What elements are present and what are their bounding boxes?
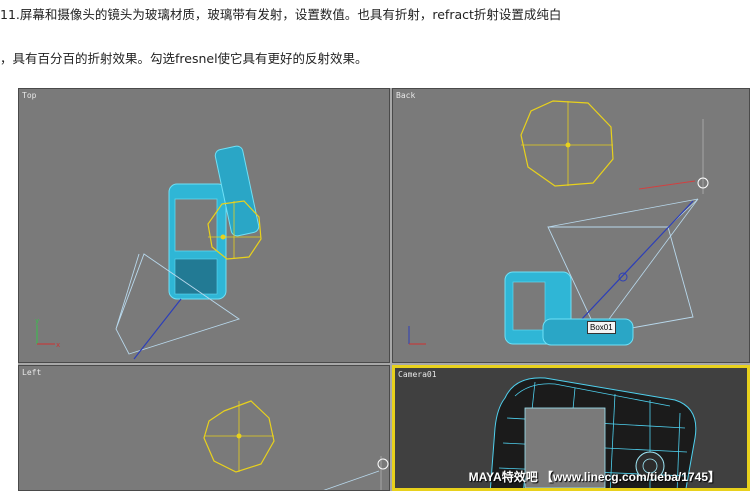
object-tag[interactable]: Box01 <box>587 321 616 334</box>
camera-target-line <box>133 298 182 360</box>
phone-keypad-mesh <box>174 258 218 295</box>
phone-screen-mesh <box>174 198 218 252</box>
watermark: MAYA特效吧 【www.linecg.com/tieba/1745】 <box>468 470 720 484</box>
viewport-top[interactable]: Top y x <box>18 88 390 363</box>
viewport-back-scene <box>408 100 709 346</box>
camera-target-line <box>564 200 694 338</box>
viewport-top-scene: y x <box>35 145 262 360</box>
svg-text:x: x <box>56 341 60 349</box>
viewport-left-scene <box>203 400 389 490</box>
viewport-left[interactable]: Left <box>18 365 390 491</box>
svg-text:y: y <box>35 317 39 325</box>
caption-line-2: ，具有百分百的折射效果。勾选fresnel使它具有更好的反射效果。 <box>0 51 368 66</box>
viewport-back[interactable]: Back Box01 <box>392 88 750 363</box>
maya-viewport-screenshot: Top y x Back Box01 Left Camera01 MAYA特效吧… <box>18 88 750 491</box>
caption-line-1: 11.屏幕和摄像头的镜头为玻璃材质，玻璃带有发射，设置数值。也具有折射，refr… <box>0 7 562 22</box>
